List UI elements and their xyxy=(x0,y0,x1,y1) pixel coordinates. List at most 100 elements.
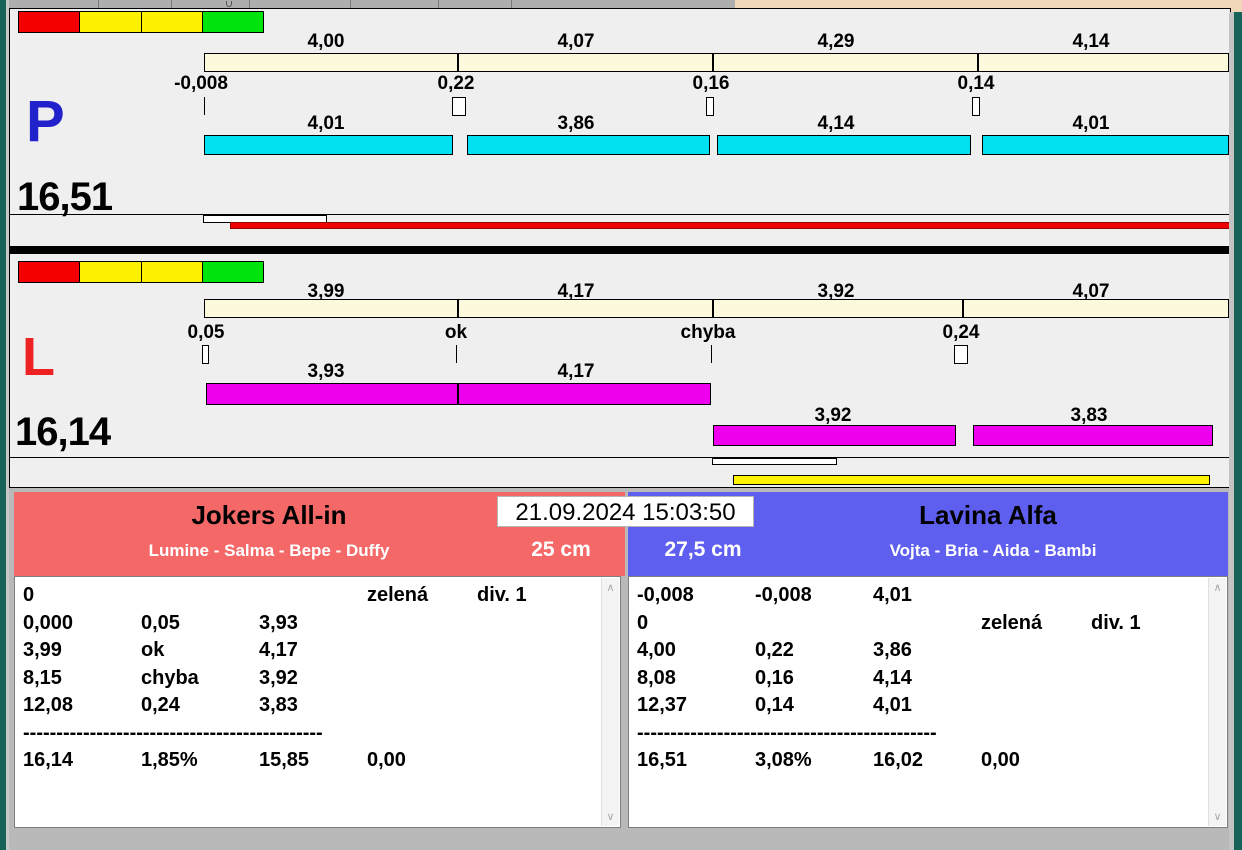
log-cell: 16,51 xyxy=(637,749,688,771)
log-cell: 15,85 xyxy=(259,749,310,771)
log-row: 8,08 0,16 4,14 xyxy=(629,667,1227,694)
strip-divider xyxy=(511,0,512,8)
split-tick xyxy=(962,300,964,317)
log-cell: 0,22 xyxy=(755,639,794,661)
strip-divider xyxy=(438,0,439,8)
scroll-down-icon[interactable]: ∨ xyxy=(1209,810,1226,823)
log-cell: 8,15 xyxy=(23,666,62,689)
team-left-height: 25 cm xyxy=(531,538,591,561)
dog-run-bar xyxy=(713,425,956,446)
log-row: 0 zelená div. 1 xyxy=(15,584,620,611)
split-time-label: 3,99 xyxy=(307,281,345,302)
log-cell: 4,14 xyxy=(873,666,912,689)
strip-divider xyxy=(171,0,172,8)
start-light xyxy=(202,11,264,33)
window-border-left-inner xyxy=(6,0,9,850)
change-marker-box xyxy=(202,345,209,364)
log-cell: 4,01 xyxy=(873,584,912,606)
log-cell: 0,14 xyxy=(755,694,794,716)
change-marker-box xyxy=(972,97,980,116)
change-marker-tick xyxy=(204,97,205,115)
log-cell: chyba xyxy=(141,666,199,689)
log-cell: zelená xyxy=(367,584,429,606)
timestamp: 21.09.2024 15:03:50 xyxy=(497,496,754,527)
log-cell: 0,00 xyxy=(367,749,406,771)
dog-time-label: 4,17 xyxy=(557,361,595,382)
start-light xyxy=(141,261,203,283)
log-cell: div. 1 xyxy=(1091,611,1141,634)
start-lights-l xyxy=(18,261,264,283)
dog-time-label: 3,83 xyxy=(1070,405,1108,426)
dog-run-bar xyxy=(717,135,971,155)
log-cell: zelená xyxy=(981,611,1043,634)
log-cell: 3,86 xyxy=(873,639,912,661)
baseline xyxy=(10,457,1230,458)
log-row: 4,00 0,22 3,86 xyxy=(629,639,1227,666)
change-marker-tick xyxy=(456,345,457,363)
dog-time-label: 4,01 xyxy=(307,113,345,134)
split-time-label: 4,00 xyxy=(307,31,345,52)
team-right-height: 27,5 cm xyxy=(664,538,742,561)
scroll-down-icon[interactable]: ∨ xyxy=(602,810,619,823)
log-row: 8,15 chyba 3,92 xyxy=(15,667,620,694)
strip-divider xyxy=(98,0,99,8)
change-time-label: 0,22 xyxy=(437,73,475,94)
log-cell: 4,00 xyxy=(637,639,676,661)
log-cell: -0,008 xyxy=(755,584,812,606)
log-cell: 3,08% xyxy=(755,749,812,771)
dog-run-bar xyxy=(206,383,711,405)
log-row: 0,000 0,05 3,93 xyxy=(15,612,620,639)
progress-outline xyxy=(712,458,837,465)
strip-divider xyxy=(350,0,351,8)
dog-time-label: 3,93 xyxy=(307,361,345,382)
dog-run-bar xyxy=(982,135,1229,155)
log-cell: 0 xyxy=(637,611,649,634)
log-row: 12,08 0,24 3,83 xyxy=(15,694,620,721)
split-time-label: 3,92 xyxy=(817,281,855,302)
change-time-label: chyba xyxy=(680,322,736,343)
lane-letter-l: L xyxy=(22,327,55,387)
log-cell: 0,24 xyxy=(141,694,180,716)
log-cell: div. 1 xyxy=(477,584,527,606)
lane-total-l: 16,14 xyxy=(15,410,111,454)
split-timeline-bar xyxy=(204,299,1229,318)
log-cell: 3,92 xyxy=(259,666,298,689)
split-time-label: 4,29 xyxy=(817,31,855,52)
change-marker-box xyxy=(706,97,714,116)
start-light xyxy=(80,261,142,283)
log-row: 16,51 3,08% 16,02 0,00 xyxy=(629,749,1227,776)
start-light xyxy=(18,11,81,33)
log-cell: 3,93 xyxy=(259,611,298,634)
log-row: ----------------------------------------… xyxy=(629,722,1227,749)
log-row: -0,008 -0,008 4,01 xyxy=(629,584,1227,611)
change-marker-box xyxy=(452,97,466,116)
dog-time-label: 4,14 xyxy=(817,113,855,134)
log-row: 3,99 ok 4,17 xyxy=(15,639,620,666)
change-marker-box xyxy=(954,345,968,364)
dog-time-label: 3,86 xyxy=(557,113,595,134)
lane-panel-l: 3,99 4,17 3,92 4,07 0,05 ok chyba 0,24 3… xyxy=(9,253,1231,488)
strip-glyph xyxy=(226,1,232,7)
dog-time-label: 4,01 xyxy=(1072,113,1110,134)
team-left-name: Jokers All-in xyxy=(191,500,347,530)
team-right-members: Vojta - Bria - Aida - Bambi xyxy=(889,541,1097,560)
log-row: ----------------------------------------… xyxy=(15,722,620,749)
app-window: 4,00 4,07 4,29 4,14 -0,008 0,22 0,16 0,1… xyxy=(0,0,1242,850)
log-cell: 4,17 xyxy=(259,639,298,661)
log-row: 16,14 1,85% 15,85 0,00 xyxy=(15,749,620,776)
baseline xyxy=(10,214,1230,215)
log-left[interactable]: ∧ ∨ 0 zelená div. 1 0,000 0,05 3,93 3,99 ok 4,17… xyxy=(14,576,621,828)
log-cell: 3,83 xyxy=(259,694,298,716)
log-cell: ----------------------------------------… xyxy=(23,721,323,744)
log-cell: 0,00 xyxy=(981,749,1020,771)
dog-time-label: 3,92 xyxy=(814,405,852,426)
log-cell: ok xyxy=(141,639,165,661)
team-left-members: Lumine - Salma - Bepe - Duffy xyxy=(148,541,390,560)
split-timeline-bar xyxy=(204,53,1229,72)
log-cell: 0,16 xyxy=(755,666,794,689)
progress-bar-red xyxy=(230,222,1230,229)
change-time-label: -0,008 xyxy=(174,73,228,94)
lane-total-p: 16,51 xyxy=(17,175,113,219)
scoreboard-section: Jokers All-in Lumine - Salma - Bepe - Du… xyxy=(8,488,1229,850)
log-right[interactable]: ∧ ∨ -0,008 -0,008 4,01 0 zelená div. 1 4,00 0,2… xyxy=(628,576,1228,828)
